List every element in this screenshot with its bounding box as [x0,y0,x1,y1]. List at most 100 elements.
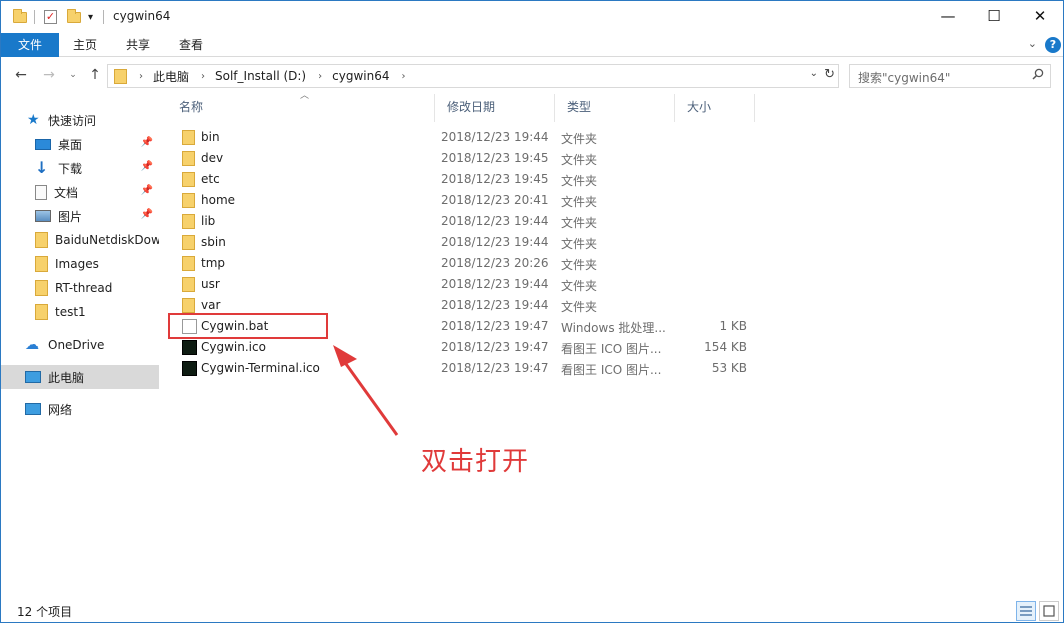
search-input[interactable]: 搜索"cygwin64" [849,64,1051,88]
file-row[interactable]: lib 2018/12/23 19:44 文件夹 [167,211,767,232]
pin-icon[interactable]: 📌 [141,161,153,172]
column-header-date[interactable]: 修改日期 [435,94,555,122]
nav-this-pc[interactable]: 此电脑 [1,365,159,389]
file-date: 2018/12/23 19:47 [441,319,549,333]
file-date: 2018/12/23 20:26 [441,256,549,270]
file-date: 2018/12/23 19:45 [441,151,549,165]
folder-icon [13,8,27,26]
file-type: 文件夹 [561,216,598,230]
nav-folder-images[interactable]: Images [1,252,159,276]
folder-icon [182,151,195,166]
nav-network[interactable]: 网络 [1,397,159,421]
search-placeholder: 搜索"cygwin64" [858,71,951,85]
breadcrumb-separator-icon: › [201,70,206,82]
file-type: 文件夹 [561,237,598,251]
file-type: 文件夹 [561,279,598,293]
cygwin-ico-icon [182,340,197,355]
file-row[interactable]: bin 2018/12/23 19:44 文件夹 [167,127,767,148]
pin-icon[interactable]: 📌 [141,209,153,220]
file-name: dev [201,151,224,165]
file-name: Cygwin.ico [201,340,266,354]
nav-folder-test1[interactable]: test1 [1,300,159,324]
cygwin-ico-icon [182,361,197,376]
breadcrumb-separator-icon: › [139,70,143,82]
file-date: 2018/12/23 19:44 [441,277,549,291]
nav-documents[interactable]: 文档 📌 [1,180,159,204]
refresh-icon[interactable]: ↻ [824,67,835,82]
address-bar[interactable]: › 此电脑 › Solf_Install (D:) › cygwin64 › ⌄… [107,64,839,88]
nav-desktop[interactable]: 桌面 📌 [1,132,159,156]
column-header-size[interactable]: 大小 [675,94,755,122]
quick-access-separator [34,8,35,26]
file-row[interactable]: usr 2018/12/23 19:44 文件夹 [167,274,767,295]
file-row[interactable]: sbin 2018/12/23 19:44 文件夹 [167,232,767,253]
file-row[interactable]: etc 2018/12/23 19:45 文件夹 [167,169,767,190]
properties-icon[interactable]: ✓ [44,8,57,26]
document-icon [35,184,47,200]
large-icons-view-icon[interactable] [1039,601,1059,621]
file-name: sbin [201,235,226,249]
back-arrow-icon[interactable]: ← [11,67,31,83]
details-view-icon[interactable] [1016,601,1036,621]
customize-toolbar-icon[interactable]: ▾ [88,8,93,26]
file-row[interactable]: Cygwin-Terminal.ico 2018/12/23 19:47 看图王 I… [167,358,767,379]
nav-downloads[interactable]: ↓ 下载 📌 [1,156,159,180]
folder-icon [182,298,195,313]
recent-locations-icon[interactable]: ⌄ [63,70,83,80]
file-row[interactable]: tmp 2018/12/23 20:26 文件夹 [167,253,767,274]
nav-quick-access[interactable]: ★ 快速访问 [1,108,159,132]
breadcrumb-drive[interactable]: Solf_Install (D:) [215,69,306,83]
expand-ribbon-icon[interactable]: ⌄ [1028,37,1037,50]
file-row[interactable]: Cygwin.ico 2018/12/23 19:47 看图王 ICO 图片... 1… [167,337,767,358]
breadcrumb-cygwin64[interactable]: cygwin64 [332,69,389,83]
tab-file[interactable]: 文件 [1,33,59,57]
nav-folder-baidu[interactable]: BaiduNetdiskDownload [1,228,159,252]
tab-share[interactable]: 共享 [111,33,165,57]
file-type: 文件夹 [561,174,598,188]
breadcrumb-separator-icon: › [318,70,323,82]
column-header-type[interactable]: 类型 [555,94,675,122]
ribbon-tabs: 文件 主页 共享 查看 ⌄ ? [1,33,1063,57]
folder-icon [35,256,48,272]
forward-arrow-icon[interactable]: → [39,67,59,83]
maximize-button[interactable]: ☐ [971,1,1017,31]
up-arrow-icon[interactable]: ↑ [85,67,105,83]
nav-folder-rt-thread[interactable]: RT-thread [1,276,159,300]
file-date: 2018/12/23 19:47 [441,361,549,375]
file-date: 2018/12/23 20:41 [441,193,549,207]
file-type: 看图王 ICO 图片... [561,363,662,377]
file-date: 2018/12/23 19:45 [441,172,549,186]
folder-icon [182,193,195,208]
file-name: usr [201,277,220,291]
navigation-bar: ← → ⌄ ↑ › 此电脑 › Solf_Install (D:) › cygw… [1,58,1063,94]
annotation-text: 双击打开 [421,447,530,477]
column-header-name[interactable]: 名称 [167,94,435,122]
tab-view[interactable]: 查看 [165,33,217,57]
title-bar: ✓ ▾ cygwin64 — ☐ ✕ [1,1,1063,33]
file-row[interactable]: home 2018/12/23 20:41 文件夹 [167,190,767,211]
close-button[interactable]: ✕ [1017,1,1063,31]
file-row[interactable]: dev 2018/12/23 19:45 文件夹 [167,148,767,169]
network-icon [25,403,41,415]
pin-icon[interactable]: 📌 [141,137,153,148]
folder-icon [182,277,195,292]
explorer-window: ✓ ▾ cygwin64 — ☐ ✕ 文件 主页 共享 查看 ⌄ ? ← → ⌄… [0,0,1064,623]
help-icon[interactable]: ? [1045,37,1061,53]
item-count: 12 个项目 [17,605,73,619]
address-dropdown-icon[interactable]: ⌄ [810,68,818,79]
nav-pictures[interactable]: 图片 📌 [1,204,159,228]
folder-icon [35,232,48,248]
file-type: 文件夹 [561,195,598,209]
file-size: 53 KB [711,361,747,375]
file-date: 2018/12/23 19:44 [441,214,549,228]
title-separator [103,8,104,26]
file-size: 154 KB [704,340,747,354]
new-folder-icon[interactable] [67,8,81,26]
breadcrumb-this-pc[interactable]: 此电脑 [153,68,189,85]
pin-icon[interactable]: 📌 [141,185,153,196]
nav-onedrive[interactable]: ☁ OneDrive [1,333,159,357]
tab-home[interactable]: 主页 [59,33,111,57]
search-icon[interactable] [1032,68,1044,80]
minimize-button[interactable]: — [925,1,971,31]
folder-icon [182,130,195,145]
